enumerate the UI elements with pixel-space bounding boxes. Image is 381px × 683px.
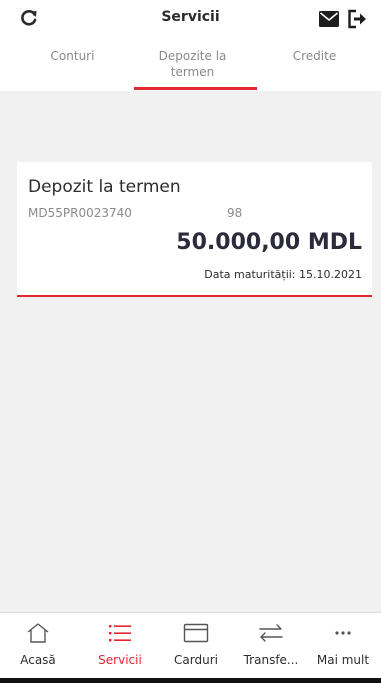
list-icon: [109, 625, 131, 642]
nav-acasa[interactable]: Acasă: [0, 613, 76, 679]
nav-label: Acasă: [20, 653, 56, 667]
nav-servicii[interactable]: Servicii: [82, 613, 158, 679]
more-icon: [335, 631, 351, 635]
header: Servicii Conturi Depozite la termen Cred…: [0, 0, 381, 90]
nav-label: Carduri: [174, 653, 218, 667]
content-area: Depozit la termen MD55PR0023740 98 50.00…: [0, 91, 381, 612]
messages-button[interactable]: [319, 11, 339, 27]
active-tab-indicator: [134, 87, 257, 90]
bottom-navigation: Acasă Servicii Carduri Transfe... Mai mu…: [0, 612, 381, 683]
deposit-maturity-date: Data maturității: 15.10.2021: [204, 268, 362, 281]
deposit-title: Depozit la termen: [28, 177, 181, 197]
card-icon: [183, 623, 209, 643]
nav-label: Mai mult: [316, 653, 370, 667]
logout-icon: [348, 9, 366, 29]
deposit-card[interactable]: Depozit la termen MD55PR0023740 98 50.00…: [17, 162, 372, 297]
tab-depozite-label: Depozite la termen: [158, 49, 227, 79]
tab-depozite-la-termen[interactable]: Depozite la termen: [135, 48, 250, 80]
deposit-account-suffix: 98: [227, 206, 243, 220]
deposit-amount: 50.000,00 MDL: [176, 230, 362, 255]
deposit-account-number: MD55PR0023740: [28, 206, 132, 220]
logout-button[interactable]: [347, 9, 367, 29]
nav-label: Transfe...: [243, 653, 299, 667]
mail-icon: [319, 11, 339, 27]
nav-mai-mult[interactable]: Mai mult: [305, 613, 381, 679]
home-icon: [27, 623, 49, 643]
system-bottom-bar: [0, 678, 381, 683]
tab-conturi[interactable]: Conturi: [20, 48, 125, 64]
nav-transferuri[interactable]: Transfe...: [233, 613, 309, 679]
tab-credite[interactable]: Credite: [262, 48, 367, 64]
transfer-icon: [259, 624, 283, 642]
nav-carduri[interactable]: Carduri: [158, 613, 234, 679]
nav-label: Servicii: [98, 653, 142, 667]
app-screen: Servicii Conturi Depozite la termen Cred…: [0, 0, 381, 683]
